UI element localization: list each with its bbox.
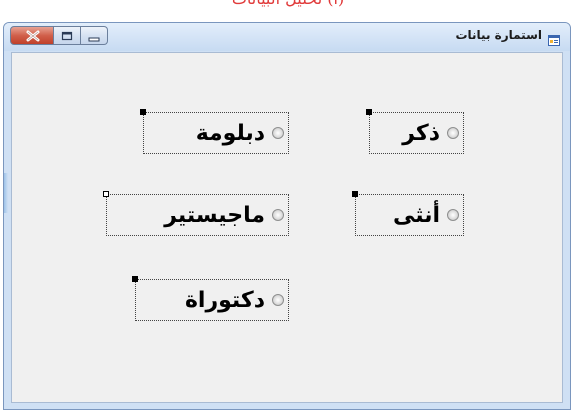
selection-handle [352, 191, 358, 197]
selection-handle [132, 276, 138, 282]
title-bar[interactable]: استمارة بيانات [4, 23, 570, 51]
radio-doctorate[interactable]: دكتوراة [132, 276, 289, 321]
selection-handle [140, 109, 146, 115]
radio-master-label: ماجيستير [164, 202, 265, 228]
radio-diploma[interactable]: دبلومة [140, 109, 289, 154]
close-icon [26, 30, 40, 42]
window-title: استمارة بيانات [455, 28, 542, 42]
maximize-button[interactable] [54, 26, 81, 45]
radio-master[interactable]: ماجيستير [103, 191, 289, 236]
frame-accent [4, 173, 8, 213]
caption-buttons [10, 26, 108, 45]
figure-caption: (أ) تحليل البيانات [0, 0, 576, 22]
minimize-icon [88, 37, 100, 42]
minimize-button[interactable] [81, 26, 108, 45]
selection-handle [366, 109, 372, 115]
radio-male[interactable]: ذكر [366, 109, 464, 154]
radio-button-circle[interactable] [447, 209, 459, 221]
radio-female[interactable]: أنثى [352, 191, 464, 236]
radio-button-circle[interactable] [272, 294, 284, 306]
figure-caption-text: (أ) تحليل البيانات [232, 0, 344, 8]
form-icon [548, 31, 560, 46]
radio-diploma-label: دبلومة [195, 120, 265, 146]
selection-handle [103, 191, 109, 197]
radio-button-circle[interactable] [272, 209, 284, 221]
radio-button-circle[interactable] [272, 127, 284, 139]
radio-doctorate-label: دكتوراة [184, 287, 265, 313]
radio-female-label: أنثى [392, 202, 440, 228]
radio-button-circle[interactable] [447, 127, 459, 139]
close-button[interactable] [10, 26, 54, 45]
form-window: استمارة بيانات ذكر أنثى دبلومة ماجيستير … [3, 22, 571, 410]
radio-male-label: ذكر [402, 120, 440, 146]
form-client-area: ذكر أنثى دبلومة ماجيستير دكتوراة [11, 52, 563, 403]
maximize-icon [61, 31, 73, 41]
